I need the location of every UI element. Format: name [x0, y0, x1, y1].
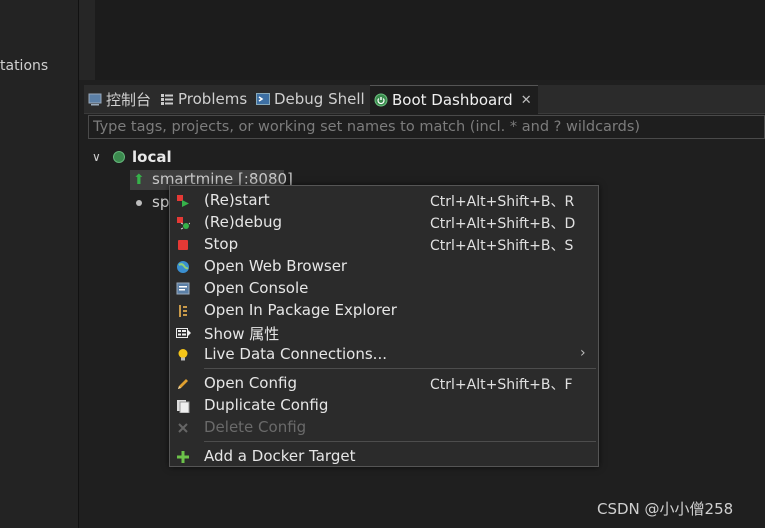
- menu-item-open-web-browser[interactable]: Open Web Browser: [170, 256, 598, 278]
- menu-item-label: Open Console: [204, 279, 309, 297]
- properties-icon: [176, 326, 191, 340]
- menu-separator: [204, 368, 596, 369]
- menu-item-add-docker-target[interactable]: Add a Docker Target: [170, 446, 598, 468]
- tab-problems[interactable]: Problems: [160, 85, 247, 113]
- menu-item-label: Open Web Browser: [204, 257, 348, 275]
- menu-item-label: Show 属性: [204, 325, 280, 343]
- globe-icon: [176, 260, 190, 274]
- tab-debug-shell-label: Debug Shell: [274, 90, 365, 108]
- menu-item-label: (Re)start: [204, 191, 270, 209]
- watermark: CSDN @小小僧258: [597, 500, 734, 518]
- package-explorer-icon: [176, 304, 190, 318]
- problems-icon: [160, 92, 174, 106]
- plus-icon: [176, 450, 190, 464]
- filter-input[interactable]: [89, 116, 764, 138]
- stop-icon: [176, 238, 190, 252]
- spring-boot-icon: [113, 151, 125, 163]
- context-menu: (Re)start Ctrl+Alt+Shift+B、R (Re)debug C…: [169, 185, 599, 467]
- menu-item-shortcut: Ctrl+Alt+Shift+B、R: [430, 194, 575, 210]
- chevron-down-icon[interactable]: ∨: [92, 150, 101, 164]
- running-arrow-icon: ⬆: [133, 172, 145, 188]
- menu-item-label: Open Config: [204, 374, 297, 392]
- menu-item-label: Duplicate Config: [204, 396, 329, 414]
- menu-item-label: Add a Docker Target: [204, 447, 356, 465]
- menu-item-live-data-connections[interactable]: Live Data Connections... ›: [170, 344, 598, 366]
- menu-item-shortcut: Ctrl+Alt+Shift+B、S: [430, 238, 574, 254]
- tab-boot-dashboard-label: Boot Dashboard: [392, 91, 513, 109]
- menu-item-label: Stop: [204, 235, 239, 253]
- tab-problems-label: Problems: [178, 90, 248, 108]
- chevron-right-icon: ›: [580, 345, 586, 361]
- menu-item-stop[interactable]: Stop Ctrl+Alt+Shift+B、S: [170, 234, 598, 256]
- tab-console-label: 控制台: [106, 90, 152, 109]
- duplicate-icon: [176, 399, 190, 414]
- debug-icon: [176, 216, 191, 230]
- left-panel: tations: [0, 0, 79, 528]
- tab-debug-shell[interactable]: Debug Shell: [256, 85, 365, 113]
- menu-item-open-package-explorer[interactable]: Open In Package Explorer: [170, 300, 598, 322]
- debug-shell-icon: [256, 92, 270, 106]
- pencil-icon: [176, 377, 190, 391]
- menu-item-shortcut: Ctrl+Alt+Shift+B、F: [430, 377, 573, 393]
- menu-item-shortcut: Ctrl+Alt+Shift+B、D: [430, 216, 576, 232]
- menu-item-restart[interactable]: (Re)start Ctrl+Alt+Shift+B、R: [170, 190, 598, 212]
- console-icon: [176, 282, 190, 296]
- menu-item-label: (Re)debug: [204, 213, 282, 231]
- left-panel-text: tations: [0, 58, 49, 74]
- menu-item-label: Live Data Connections...: [204, 345, 387, 363]
- bullet-icon: [136, 200, 142, 206]
- restart-icon: [176, 194, 190, 208]
- editor-ruler: [79, 0, 95, 80]
- menu-item-show-properties[interactable]: Show 属性: [170, 322, 598, 344]
- editor-area: [79, 0, 765, 80]
- tab-console[interactable]: 控制台: [88, 85, 151, 113]
- menu-item-label: Delete Config: [204, 418, 307, 436]
- lightbulb-icon: [176, 348, 190, 362]
- menu-separator: [204, 441, 596, 442]
- tree-root-local[interactable]: local: [132, 148, 172, 166]
- delete-icon: [176, 421, 190, 435]
- console-icon: [88, 92, 102, 106]
- menu-item-label: Open In Package Explorer: [204, 301, 397, 319]
- menu-item-delete-config: Delete Config: [170, 417, 598, 439]
- spring-boot-icon: [374, 93, 388, 107]
- menu-item-open-console[interactable]: Open Console: [170, 278, 598, 300]
- tab-boot-dashboard[interactable]: Boot Dashboard ✕: [370, 85, 538, 114]
- filter-box: [88, 115, 765, 139]
- view-tab-bar: 控制台 Problems Debug Shell Boot Dashboard …: [84, 85, 765, 114]
- menu-item-open-config[interactable]: Open Config Ctrl+Alt+Shift+B、F: [170, 373, 598, 395]
- close-icon[interactable]: ✕: [521, 93, 532, 108]
- tree-item-app2[interactable]: sp: [152, 193, 169, 211]
- menu-item-duplicate-config[interactable]: Duplicate Config: [170, 395, 598, 417]
- menu-item-debug[interactable]: (Re)debug Ctrl+Alt+Shift+B、D: [170, 212, 598, 234]
